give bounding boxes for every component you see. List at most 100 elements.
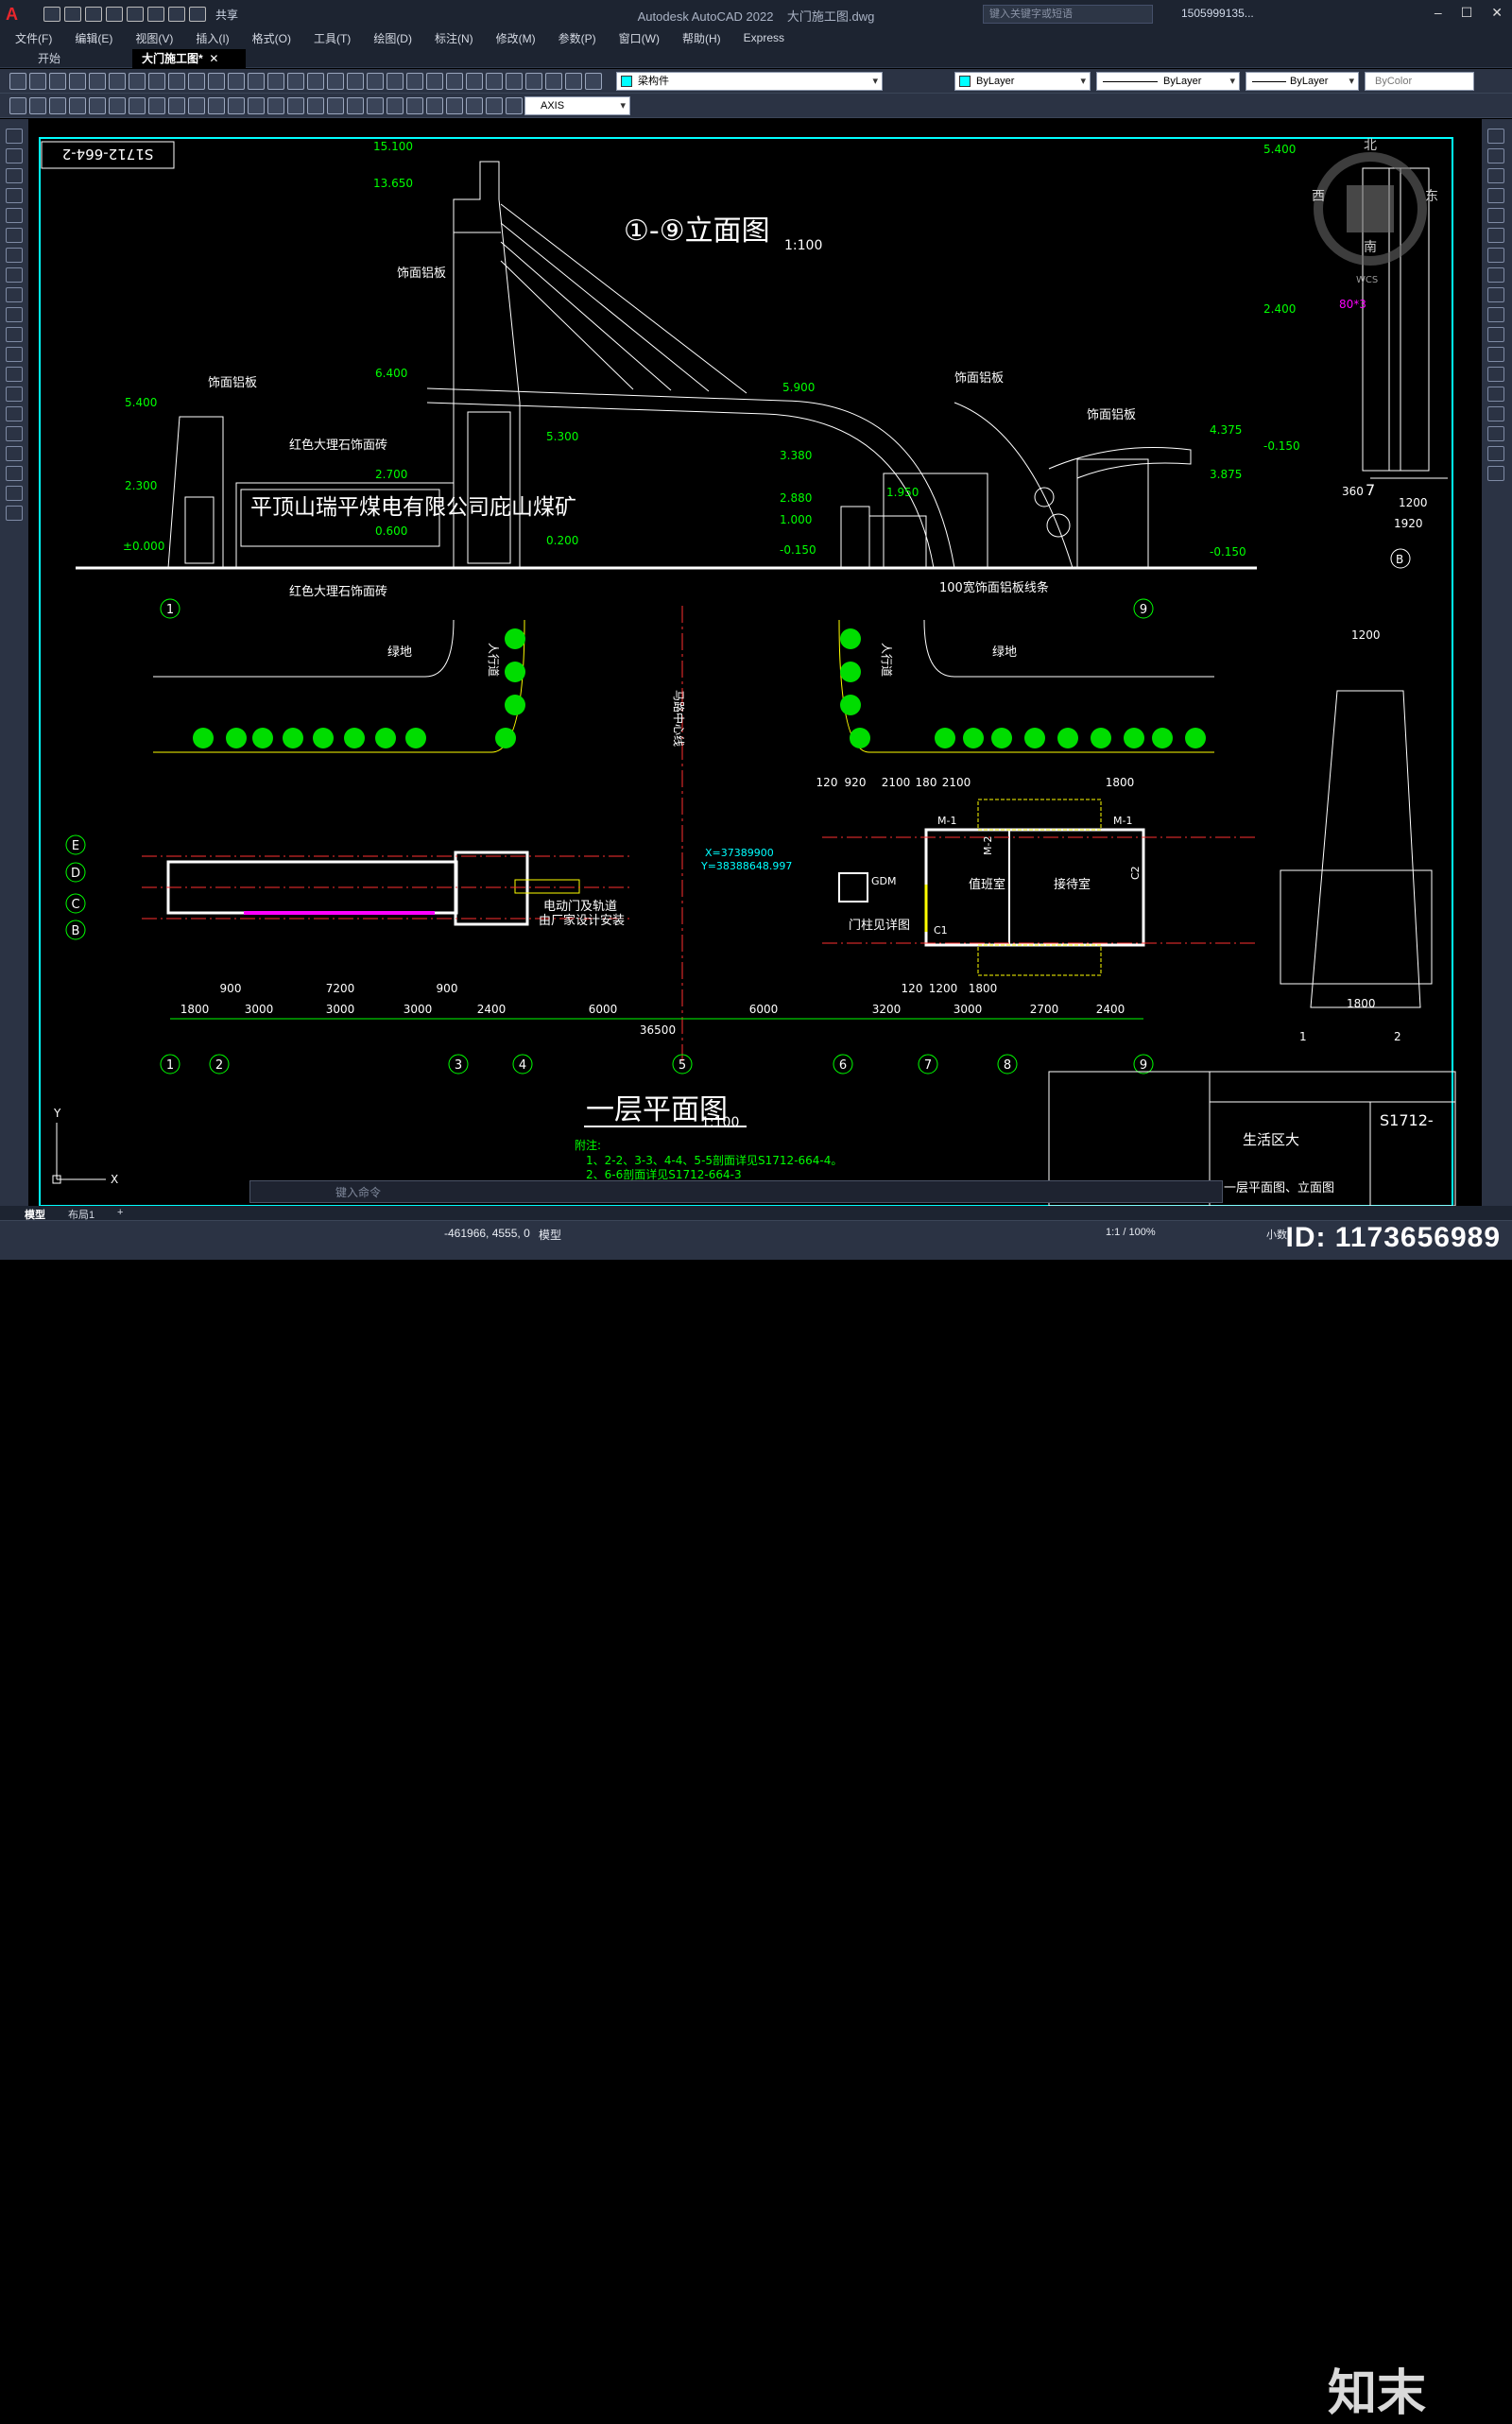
side-tool-icon[interactable] [6,287,23,302]
toolbar-tool-icon[interactable] [367,97,384,114]
linetype-dropdown[interactable]: ByLayer ▾ [1096,72,1240,91]
toolbar-tool-icon[interactable] [545,73,562,90]
toolbar-tool-icon[interactable] [69,73,86,90]
redo-icon[interactable] [189,7,206,22]
toolbar-tool-icon[interactable] [387,73,404,90]
share-button[interactable]: 共享 [215,7,238,23]
toolbar-tool-icon[interactable] [188,73,205,90]
units-display[interactable]: 小数 [1266,1227,1287,1242]
side-tool-icon[interactable] [1487,248,1504,263]
model-space-toggle[interactable]: 模型 [539,1227,561,1243]
toolbar-tool-icon[interactable] [89,97,106,114]
side-tool-icon[interactable] [1487,287,1504,302]
toolbar-tool-icon[interactable] [188,97,205,114]
toolbar-tool-icon[interactable] [347,97,364,114]
side-tool-icon[interactable] [1487,188,1504,203]
toolbar-tool-icon[interactable] [168,73,185,90]
toolbar-tool-icon[interactable] [267,97,284,114]
side-tool-icon[interactable] [1487,307,1504,322]
toolbar-tool-icon[interactable] [347,73,364,90]
toolbar-tool-icon[interactable] [49,73,66,90]
toolbar-tool-icon[interactable] [9,73,26,90]
lineweight-dropdown[interactable]: ByLayer ▾ [1246,72,1359,91]
side-tool-icon[interactable] [6,466,23,481]
toolbar-tool-icon[interactable] [29,73,46,90]
side-tool-icon[interactable] [6,327,23,342]
side-tool-icon[interactable] [1487,466,1504,481]
toolbar-tool-icon[interactable] [466,73,483,90]
toolbar-tool-icon[interactable] [248,97,265,114]
menu-item[interactable]: 格式(O) [252,30,291,46]
plotstyle-dropdown[interactable]: ByColor [1365,72,1474,91]
toolbar-tool-icon[interactable] [466,97,483,114]
toolbar-tool-icon[interactable] [446,73,463,90]
side-tool-icon[interactable] [1487,267,1504,283]
toolbar-tool-icon[interactable] [367,73,384,90]
annotation-scale[interactable]: 1:1 / 100% [1106,1227,1156,1238]
toolbar-tool-icon[interactable] [29,97,46,114]
toolbar-tool-icon[interactable] [69,97,86,114]
minimize-icon[interactable]: – [1435,5,1442,21]
toolbar-tool-icon[interactable] [89,73,106,90]
side-tool-icon[interactable] [6,248,23,263]
side-tool-icon[interactable] [6,208,23,223]
side-tool-icon[interactable] [1487,168,1504,183]
tab-start[interactable]: 开始 [28,49,70,68]
toolbar-tool-icon[interactable] [486,73,503,90]
side-tool-icon[interactable] [6,267,23,283]
toolbar-tool-icon[interactable] [585,73,602,90]
toolbar-tool-icon[interactable] [168,97,185,114]
toolbar-tool-icon[interactable] [486,97,503,114]
side-tool-icon[interactable] [1487,148,1504,163]
side-tool-icon[interactable] [1487,347,1504,362]
menu-item[interactable]: 修改(M) [496,30,536,46]
menu-item[interactable]: 视图(V) [135,30,173,46]
open-icon[interactable] [64,7,81,22]
toolbar-tool-icon[interactable] [208,97,225,114]
toolbar-tool-icon[interactable] [426,73,443,90]
toolbar-tool-icon[interactable] [565,73,582,90]
side-tool-icon[interactable] [6,506,23,521]
toolbar-tool-icon[interactable] [248,73,265,90]
drawing-canvas[interactable]: S1712-664-2 ①-⑨立面图 1:100 平顶山瑞平煤电有限公司庇山煤矿… [28,119,1482,1207]
toolbar-tool-icon[interactable] [208,73,225,90]
menu-item[interactable]: 文件(F) [15,30,52,46]
textstyle-dropdown[interactable]: AXIS ▾ [524,96,630,115]
toolbar-tool-icon[interactable] [267,73,284,90]
new-icon[interactable] [43,7,60,22]
menu-item[interactable]: Express [744,31,784,44]
side-tool-icon[interactable] [1487,129,1504,144]
menu-item[interactable]: 帮助(H) [682,30,721,46]
toolbar-tool-icon[interactable] [148,97,165,114]
toolbar-tool-icon[interactable] [446,97,463,114]
toolbar-tool-icon[interactable] [148,73,165,90]
side-tool-icon[interactable] [6,129,23,144]
toolbar-tool-icon[interactable] [9,97,26,114]
publish-icon[interactable] [127,7,144,22]
menu-item[interactable]: 绘图(D) [373,30,412,46]
toolbar-tool-icon[interactable] [109,97,126,114]
saveas-icon[interactable] [106,7,123,22]
toolbar-tool-icon[interactable] [387,97,404,114]
toolbar-tool-icon[interactable] [525,73,542,90]
menu-item[interactable]: 插入(I) [196,30,229,46]
menu-item[interactable]: 工具(T) [314,30,351,46]
toolbar-tool-icon[interactable] [228,97,245,114]
search-input[interactable]: 键入关键字或短语 [983,5,1153,24]
side-tool-icon[interactable] [1487,387,1504,402]
menu-item[interactable]: 标注(N) [435,30,473,46]
side-tool-icon[interactable] [6,486,23,501]
close-icon[interactable]: ✕ [1491,5,1503,21]
toolbar-tool-icon[interactable] [287,97,304,114]
toolbar-tool-icon[interactable] [327,73,344,90]
menu-item[interactable]: 编辑(E) [75,30,112,46]
viewcube-compass[interactable]: 北 南 东 西 WCS [1312,138,1438,285]
toolbar-tool-icon[interactable] [228,73,245,90]
side-tool-icon[interactable] [6,228,23,243]
side-tool-icon[interactable] [6,188,23,203]
side-tool-icon[interactable] [6,168,23,183]
print-icon[interactable] [147,7,164,22]
side-tool-icon[interactable] [1487,446,1504,461]
toolbar-tool-icon[interactable] [307,73,324,90]
layer-dropdown[interactable]: 梁构件 ▾ [616,72,883,91]
